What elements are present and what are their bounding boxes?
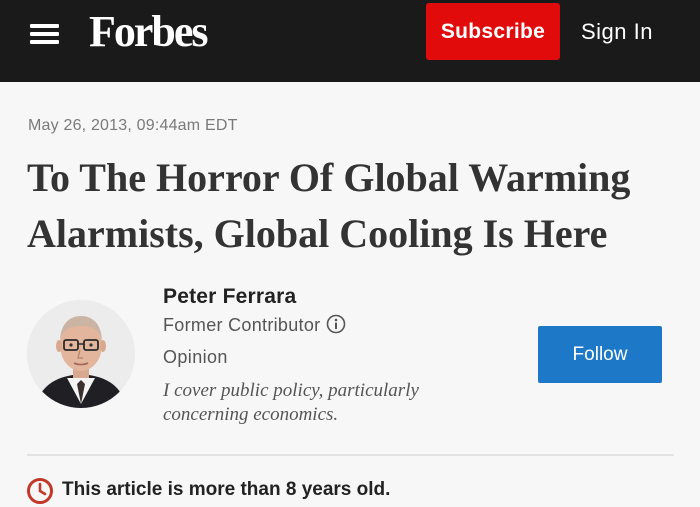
clock-icon [27,478,53,504]
article-date: May 26, 2013, 09:44am EDT [28,117,238,134]
article-section[interactable]: Opinion [163,347,228,368]
info-circle-icon[interactable] [326,314,346,334]
hamburger-menu-icon[interactable] [30,24,60,44]
author-role: Former Contributor [163,314,346,336]
forbes-logo[interactable]: Forbes [89,7,209,57]
author-portrait [27,300,135,408]
sign-in-link[interactable]: Sign In [581,19,653,45]
section-divider [27,454,674,456]
top-navigation-bar: Forbes Subscribe Sign In [0,0,700,82]
follow-button[interactable]: Follow [538,326,662,383]
author-bio: I cover public policy, particularly conc… [163,380,419,425]
author-role-label: Former Contributor [163,315,321,335]
article-headline: To The Horror Of Global Warming Alarmist… [27,155,631,256]
article-age-notice: This article is more than 8 years old. [62,479,391,500]
author-name[interactable]: Peter Ferrara [163,285,296,309]
author-avatar[interactable] [27,300,135,408]
subscribe-button[interactable]: Subscribe [426,3,560,60]
